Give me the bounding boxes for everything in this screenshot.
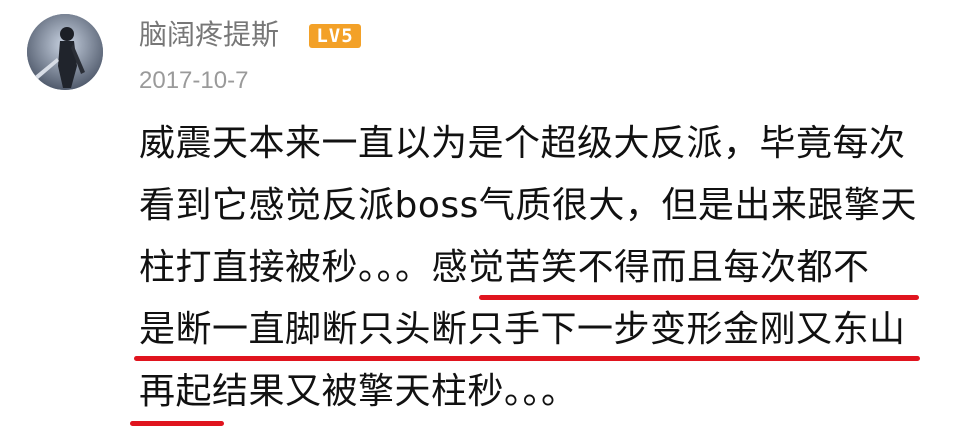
highlight-underline: [134, 356, 920, 361]
avatar[interactable]: [27, 14, 103, 90]
comment-line: 再起结果又被擎天柱秒。。。: [139, 371, 578, 412]
highlight-underline: [130, 421, 224, 426]
avatar-image: [27, 14, 103, 90]
comment-card: 脑阔疼提斯 LV5 2017-10-7 威震天本来一直以为是个超级大反派，毕竟每…: [0, 0, 957, 445]
username[interactable]: 脑阔疼提斯: [139, 18, 279, 52]
level-badge: LV5: [309, 24, 361, 48]
post-date: 2017-10-7: [139, 67, 249, 94]
comment-line: 威震天本来一直以为是个超级大反派，毕竟每次: [139, 123, 906, 164]
comment-line: 看到它感觉反派boss气质很大，但是出来跟擎天: [139, 185, 917, 226]
highlight-underline: [479, 295, 919, 300]
